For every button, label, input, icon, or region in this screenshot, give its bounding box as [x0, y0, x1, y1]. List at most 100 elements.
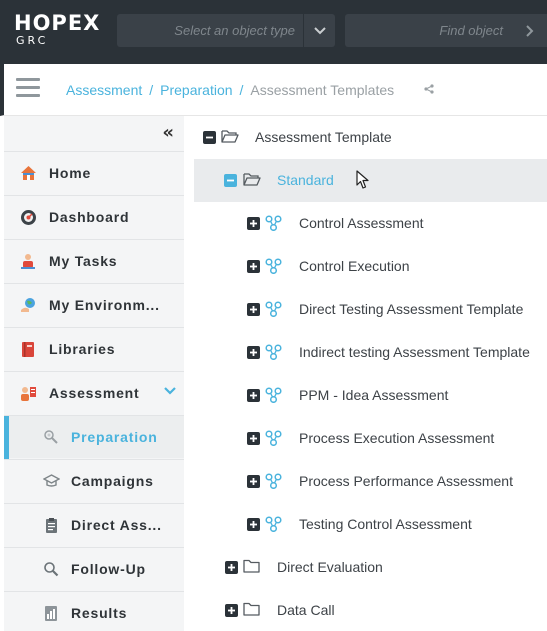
tree-node-template[interactable]: Testing Control Assessment: [194, 503, 547, 546]
assessment-template-icon: [265, 430, 282, 446]
tree-node-label: Indirect testing Assessment Template: [299, 344, 530, 360]
active-indicator: [4, 416, 9, 459]
logo-text: HOPEX: [14, 11, 101, 35]
sidebar-item-label: Dashboard: [49, 209, 130, 225]
sidebar-item-label: Preparation: [71, 429, 158, 445]
tree-node-label: Direct Testing Assessment Template: [299, 301, 524, 317]
campaigns-icon: [42, 472, 60, 490]
expand-icon[interactable]: [225, 561, 238, 574]
collapse-icon[interactable]: [203, 131, 216, 144]
sidebar-item-label: Follow-Up: [71, 561, 146, 577]
assessment-template-icon: [265, 301, 282, 317]
sidebar-item-libraries[interactable]: Libraries: [4, 327, 184, 370]
sidebar-item-label: Direct Ass...: [71, 517, 162, 533]
collapse-icon[interactable]: [224, 174, 237, 187]
find-object-input[interactable]: Find object: [345, 14, 547, 47]
breadcrumb-current: Assessment Templates: [250, 82, 395, 98]
expand-icon[interactable]: [247, 475, 260, 488]
sidebar-item-home[interactable]: Home: [4, 151, 184, 194]
assessment-icon: [19, 384, 37, 402]
expand-icon[interactable]: [225, 604, 238, 617]
tree-node-template[interactable]: Process Execution Assessment: [194, 417, 547, 460]
sidebar-item-my-tasks[interactable]: My Tasks: [4, 239, 184, 282]
find-object-go-button[interactable]: [513, 14, 547, 47]
top-bar: HOPEX GRC Select an object type Find obj…: [0, 0, 547, 64]
template-tree: Assessment Template Standard Control Ass…: [194, 116, 547, 631]
breadcrumb-assessment[interactable]: Assessment: [66, 82, 142, 98]
expand-icon[interactable]: [247, 389, 260, 402]
tasks-icon: [19, 252, 37, 270]
tree-node-label: Data Call: [277, 602, 335, 618]
expand-icon[interactable]: [247, 303, 260, 316]
assessment-template-icon: [265, 473, 282, 489]
share-icon[interactable]: [424, 84, 434, 94]
object-type-dropdown-button[interactable]: [303, 14, 335, 47]
folder-open-icon: [221, 130, 239, 143]
assessment-template-icon: [265, 215, 282, 231]
sidebar-item-label: Libraries: [49, 341, 116, 357]
results-icon: [42, 604, 60, 622]
sidebar-item-label: Home: [49, 165, 92, 181]
expand-icon[interactable]: [247, 432, 260, 445]
tree-node-label: Control Assessment: [299, 215, 424, 231]
tree-node-assessment-template[interactable]: Assessment Template: [194, 116, 547, 159]
tree-node-standard[interactable]: Standard: [194, 159, 547, 202]
sidebar-item-campaigns[interactable]: Campaigns: [4, 459, 184, 502]
tree-node-template[interactable]: Direct Testing Assessment Template: [194, 288, 547, 331]
sidebar-item-dashboard[interactable]: Dashboard: [4, 195, 184, 238]
tree-node-template[interactable]: Indirect testing Assessment Template: [194, 331, 547, 374]
sidebar-item-label: My Tasks: [49, 253, 118, 269]
sidebar: « Home Dashboard My Tasks My Environm...…: [4, 116, 184, 631]
expand-icon[interactable]: [247, 260, 260, 273]
tree-node-label: Assessment Template: [255, 129, 392, 145]
folder-icon: [243, 559, 260, 573]
home-icon: [19, 164, 37, 182]
sidebar-item-follow-up[interactable]: Follow-Up: [4, 547, 184, 590]
collapse-sidebar-icon[interactable]: «: [162, 124, 174, 142]
environment-icon: [19, 296, 37, 314]
sidebar-item-direct-assessment[interactable]: Direct Ass...: [4, 503, 184, 546]
sidebar-item-assessment[interactable]: Assessment: [4, 371, 184, 414]
sidebar-item-label: Results: [71, 605, 128, 621]
tree-node-label: Process Execution Assessment: [299, 430, 495, 446]
find-object-placeholder: Find object: [439, 23, 503, 38]
preparation-icon: [42, 428, 60, 446]
chevron-right-icon: [526, 24, 534, 37]
breadcrumb-preparation[interactable]: Preparation: [160, 82, 232, 98]
sidebar-item-label: My Environm...: [49, 297, 160, 313]
sidebar-item-results[interactable]: Results: [4, 591, 184, 631]
tree-node-template[interactable]: PPM - Idea Assessment: [194, 374, 547, 417]
search-icon: [42, 560, 60, 578]
expand-icon[interactable]: [247, 518, 260, 531]
tree-node-template[interactable]: Control Assessment: [194, 202, 547, 245]
logo-subtext: GRC: [16, 34, 49, 47]
breadcrumb-bar: Assessment / Preparation / Assessment Templa…: [0, 64, 547, 116]
chevron-down-icon[interactable]: [164, 387, 176, 395]
menu-icon[interactable]: [16, 78, 40, 98]
assessment-template-icon: [265, 516, 282, 532]
mouse-cursor-icon: [356, 170, 369, 189]
sidebar-item-label: Campaigns: [71, 473, 154, 489]
tree-node-template[interactable]: Control Execution: [194, 245, 547, 288]
tree-node-label: Control Execution: [299, 258, 410, 274]
sidebar-item-preparation[interactable]: Preparation: [4, 415, 184, 459]
expand-icon[interactable]: [247, 346, 260, 359]
tree-node-label: Process Performance Assessment: [299, 473, 513, 489]
library-book-icon: [19, 340, 37, 358]
tree-node-direct-evaluation[interactable]: Direct Evaluation: [194, 546, 547, 589]
tree-node-data-call[interactable]: Data Call: [194, 589, 547, 631]
breadcrumb-separator: /: [239, 82, 244, 98]
tree-node-label: Testing Control Assessment: [299, 516, 472, 532]
assessment-template-icon: [265, 387, 282, 403]
sidebar-item-my-environment[interactable]: My Environm...: [4, 283, 184, 326]
hopex-logo[interactable]: HOPEX GRC: [14, 12, 100, 48]
tree-node-label: PPM - Idea Assessment: [299, 387, 449, 403]
tree-node-template[interactable]: Process Performance Assessment: [194, 460, 547, 503]
expand-icon[interactable]: [247, 217, 260, 230]
folder-icon: [243, 602, 260, 616]
sidebar-item-label: Assessment: [49, 385, 140, 401]
dashboard-icon: [19, 208, 37, 226]
chevron-down-icon: [313, 26, 326, 34]
assessment-template-icon: [265, 344, 282, 360]
object-type-select[interactable]: Select an object type: [117, 14, 335, 47]
